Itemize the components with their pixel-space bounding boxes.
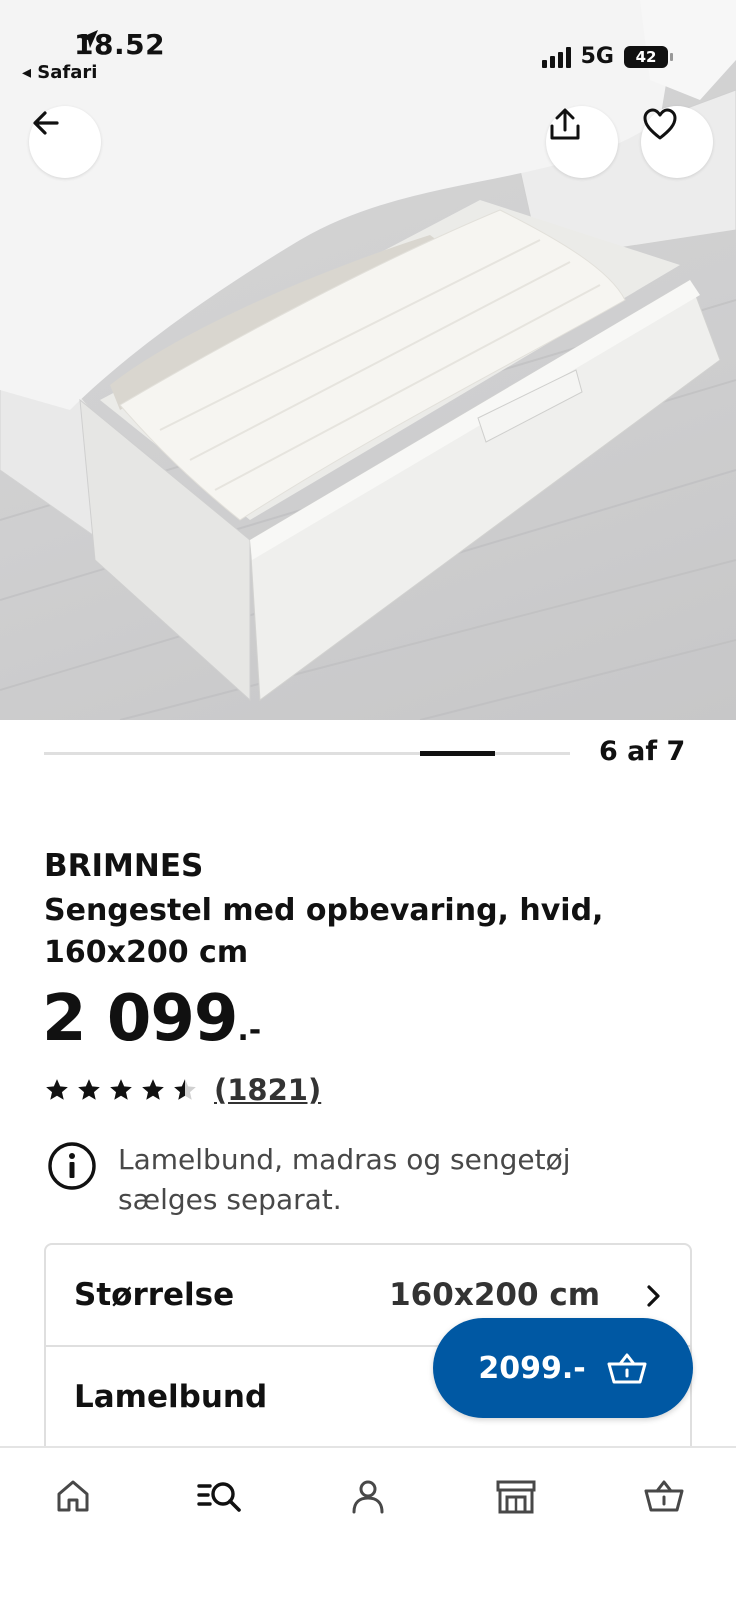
nav-profile[interactable] xyxy=(338,1470,398,1522)
price-suffix: .- xyxy=(237,1013,262,1048)
heart-icon xyxy=(643,108,677,140)
star-half-icon xyxy=(174,1079,196,1100)
nav-stores[interactable] xyxy=(486,1470,546,1522)
slats-label: Lamelbund xyxy=(74,1379,268,1415)
favorite-button[interactable] xyxy=(641,106,713,178)
review-count-link[interactable]: (1821) xyxy=(214,1073,321,1107)
signal-icon xyxy=(541,46,571,68)
carousel-progress-thumb xyxy=(420,751,495,756)
product-notice: Lamelbund, madras og sengetøj sælges sep… xyxy=(46,1140,588,1220)
share-icon xyxy=(550,108,580,140)
share-button[interactable] xyxy=(546,106,618,178)
carousel-counter: 6 af 7 xyxy=(599,736,686,767)
size-value: 160x200 cm xyxy=(389,1277,600,1313)
product-rating[interactable]: (1821) xyxy=(44,1073,321,1107)
product-description: Sengestel med opbevaring, hvid, 160x200 … xyxy=(44,893,604,970)
notice-text: Lamelbund, madras og sengetøj sælges sep… xyxy=(118,1143,571,1216)
product-image[interactable]: 18.52 ◂ Safari 5G 42 xyxy=(0,0,736,720)
nav-basket[interactable] xyxy=(634,1470,694,1522)
network-type: 5G xyxy=(580,44,614,69)
nav-home[interactable] xyxy=(43,1470,103,1522)
back-to-safari[interactable]: ◂ Safari xyxy=(22,62,97,83)
chevron-right-icon xyxy=(647,1285,660,1307)
bottom-nav xyxy=(0,1446,736,1600)
store-icon xyxy=(496,1480,536,1514)
product-brand: BRIMNES xyxy=(44,848,204,884)
bed-drawer-illustration xyxy=(0,0,736,720)
add-to-cart-button[interactable]: 2099.- xyxy=(433,1318,693,1418)
basket-icon xyxy=(644,1480,684,1512)
arrow-left-icon xyxy=(33,111,59,135)
profile-icon xyxy=(352,1480,384,1514)
location-arrow-icon xyxy=(80,30,98,48)
search-icon xyxy=(197,1482,241,1512)
star-icon xyxy=(110,1079,132,1100)
star-icon xyxy=(46,1079,68,1100)
home-icon xyxy=(57,1480,89,1512)
product-price: 2 099.- xyxy=(42,982,261,1056)
back-app-label: ◂ Safari xyxy=(22,62,98,83)
cart-button-price: 2099.- xyxy=(478,1350,586,1386)
battery-level: 42 xyxy=(635,47,657,66)
nav-search[interactable] xyxy=(190,1470,250,1522)
status-indicators: 5G 42 xyxy=(541,44,673,69)
star-icon xyxy=(142,1079,164,1100)
status-time: 18.52 xyxy=(74,28,165,61)
star-icon xyxy=(78,1079,100,1100)
price-value: 2 099 xyxy=(42,982,238,1056)
back-button[interactable] xyxy=(29,106,101,178)
rating-stars xyxy=(44,1077,198,1103)
size-label: Størrelse xyxy=(74,1277,235,1313)
battery-icon: 42 xyxy=(624,45,673,68)
info-icon xyxy=(48,1142,96,1190)
carousel-progress-track xyxy=(44,751,570,756)
basket-icon xyxy=(607,1353,647,1384)
